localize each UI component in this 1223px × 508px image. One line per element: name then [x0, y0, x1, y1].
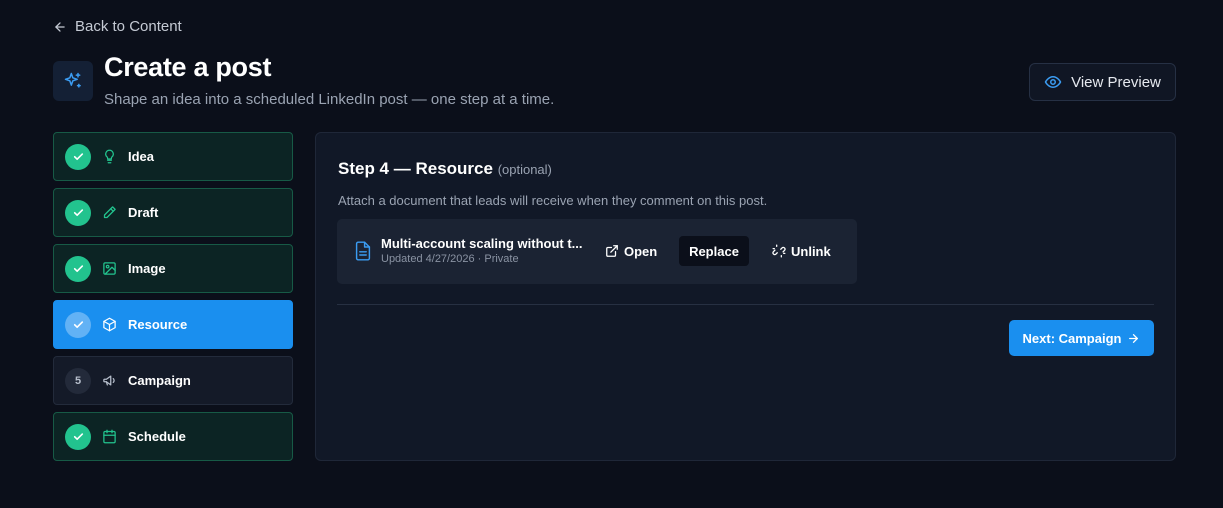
- step-draft[interactable]: Draft: [53, 188, 293, 237]
- check-icon: [73, 209, 83, 217]
- package-icon: [103, 317, 116, 332]
- step-image[interactable]: Image: [53, 244, 293, 293]
- pencil-icon: [103, 206, 116, 219]
- step-current-marker: [65, 311, 91, 338]
- eye-icon: [1044, 76, 1062, 88]
- next-campaign-button[interactable]: Next: Campaign: [1009, 320, 1154, 356]
- resource-card: Multi-account scaling without t... Updat…: [337, 219, 857, 284]
- optional-tag: (optional): [497, 162, 552, 177]
- step-content-panel: Step 4 — Resource (optional) Attach a do…: [315, 132, 1176, 461]
- arrow-left-icon: [55, 21, 65, 32]
- step-schedule[interactable]: Schedule: [53, 412, 293, 461]
- step-label: Campaign: [128, 373, 191, 388]
- megaphone-icon: [103, 375, 115, 386]
- external-link-icon: [606, 245, 618, 257]
- back-to-content-link[interactable]: Back to Content: [53, 18, 182, 35]
- header-icon-badge: [53, 61, 93, 101]
- replace-label: Replace: [689, 243, 739, 259]
- step-number-marker: 5: [65, 367, 91, 394]
- check-icon: [73, 433, 83, 441]
- calendar-icon: [103, 429, 116, 444]
- step-complete-marker: [65, 143, 91, 170]
- step-label: Idea: [128, 149, 155, 164]
- open-resource-button[interactable]: Open: [605, 236, 657, 266]
- sparkles-icon: [64, 72, 81, 88]
- step-campaign[interactable]: 5 Campaign: [53, 356, 293, 405]
- page-subtitle: Shape an idea into a scheduled LinkedIn …: [104, 91, 555, 108]
- open-label: Open: [624, 243, 658, 259]
- unlink-resource-button[interactable]: Unlink: [772, 236, 831, 266]
- unlink-icon: [772, 244, 786, 258]
- step-label: Schedule: [128, 429, 186, 444]
- step-complete-marker: [65, 255, 91, 282]
- arrow-right-icon: [1129, 333, 1139, 343]
- replace-resource-button[interactable]: Replace: [679, 236, 749, 266]
- page-title: Create a post: [104, 52, 272, 82]
- view-preview-button[interactable]: View Preview: [1029, 63, 1176, 101]
- step-heading: Step 4 — Resource (optional): [338, 159, 552, 179]
- next-button-label: Next: Campaign: [1022, 330, 1122, 346]
- step-idea[interactable]: Idea: [53, 132, 293, 181]
- back-link-label: Back to Content: [75, 18, 182, 35]
- step-description: Attach a document that leads will receiv…: [338, 193, 768, 208]
- step-label: Resource: [128, 317, 188, 332]
- check-icon: [73, 265, 83, 273]
- document-icon: [355, 241, 371, 261]
- check-icon: [73, 153, 83, 161]
- check-icon: [73, 321, 83, 329]
- view-preview-label: View Preview: [1071, 73, 1161, 91]
- panel-divider: [337, 304, 1154, 305]
- step-resource[interactable]: Resource: [53, 300, 293, 349]
- step-label: Image: [128, 261, 166, 276]
- step-list: Idea Draft Image Resource 5 Campaign Sch…: [53, 132, 293, 468]
- resource-meta: Updated 4/27/2026 · Private: [381, 253, 519, 265]
- step-label: Draft: [128, 205, 159, 220]
- step-complete-marker: [65, 423, 91, 450]
- step-complete-marker: [65, 199, 91, 226]
- resource-title: Multi-account scaling without t...: [381, 236, 583, 251]
- step-heading-title: Step 4 — Resource: [338, 159, 493, 178]
- unlink-label: Unlink: [791, 243, 831, 259]
- lightbulb-icon: [105, 149, 114, 164]
- image-icon: [103, 262, 116, 275]
